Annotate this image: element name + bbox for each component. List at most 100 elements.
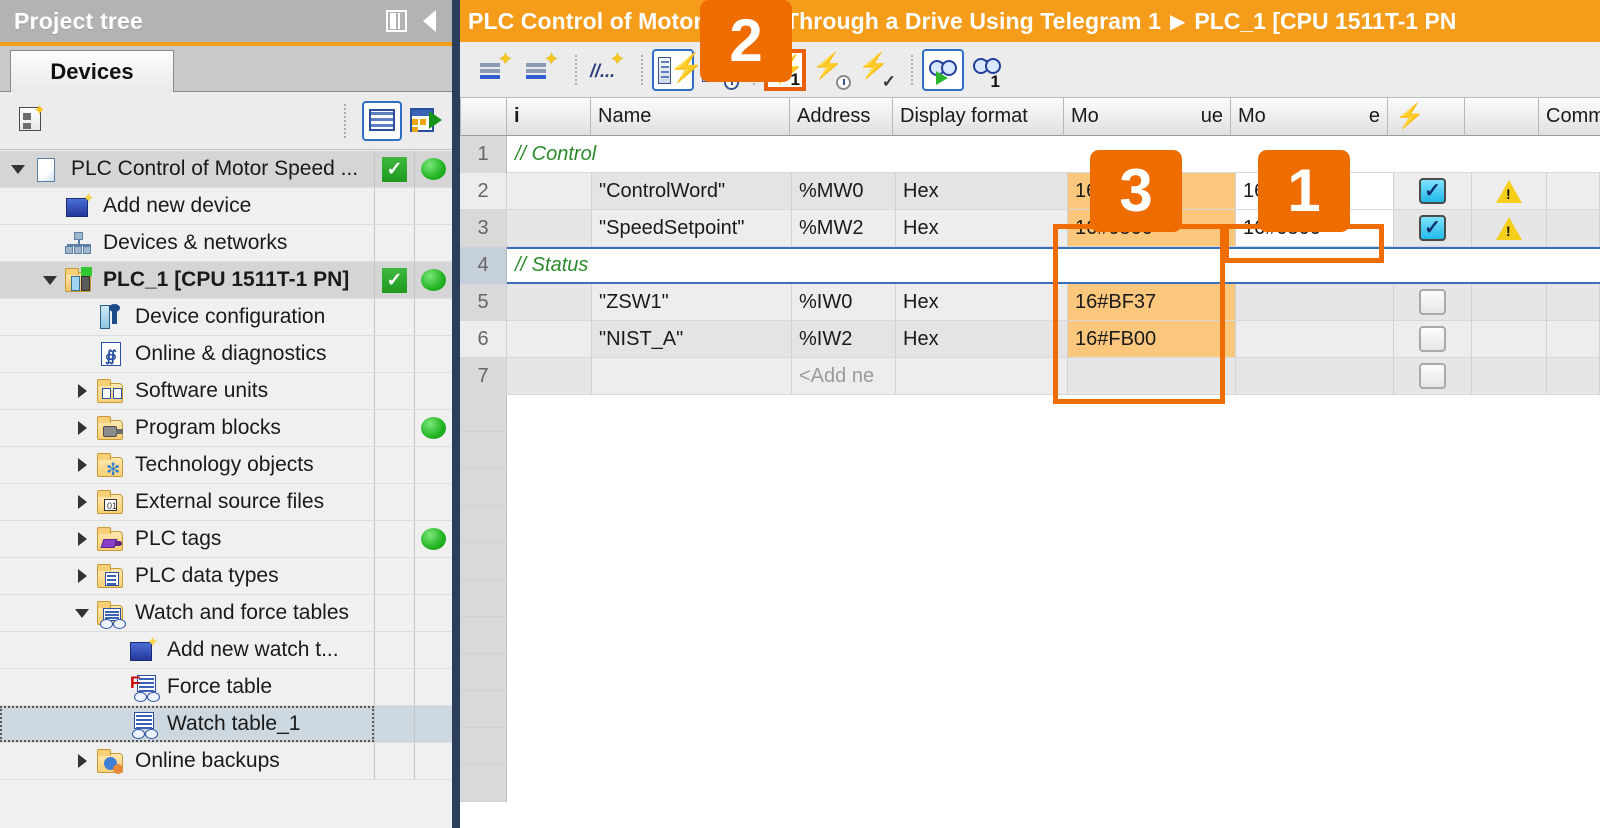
cell-address[interactable]: %MW2	[792, 210, 896, 247]
cell-display-format[interactable]: Hex	[896, 173, 1068, 210]
cell-warning[interactable]	[1472, 358, 1547, 395]
checkbox-checked-icon[interactable]: ✓	[1419, 215, 1446, 241]
header-modify-value[interactable]: Mo e	[1230, 98, 1388, 136]
tree-item-watch-table-1[interactable]: Watch table_1	[0, 706, 452, 743]
table-row[interactable]: 3"SpeedSetpoint"%MW2Hex16#050016#0500✓	[460, 210, 1600, 247]
expander-expand-icon[interactable]	[70, 384, 94, 398]
expander-expand-icon[interactable]	[70, 569, 94, 583]
cell-comment[interactable]	[1547, 284, 1600, 321]
header-display-format[interactable]: Display format	[892, 98, 1064, 136]
expander-collapse-icon[interactable]	[38, 275, 62, 285]
tree-item-main[interactable]: Software units	[0, 373, 374, 409]
export-table-icon[interactable]	[408, 104, 442, 138]
cell-modify-checkbox[interactable]	[1394, 284, 1472, 321]
tree-item-plc-tags[interactable]: PLC tags	[0, 521, 452, 558]
insert-comment-row-icon[interactable]: //... ✦	[586, 49, 628, 91]
expander-collapse-icon[interactable]	[6, 164, 30, 174]
tree-item-main[interactable]: PLC Control of Motor Speed ...	[0, 151, 374, 187]
breadcrumb-project[interactable]: PLC Control of Motor Speed Through a Dri…	[468, 8, 1161, 35]
table-row[interactable]: 5 "ZSW1" %IW0 Hex 16#BF37	[460, 284, 1600, 321]
tree-item-main[interactable]: Watch and force tables	[0, 595, 374, 631]
tree-item-device-configuration[interactable]: Device configuration	[0, 299, 452, 336]
device-overview-icon[interactable]: ✦	[14, 103, 48, 138]
checkbox-unchecked-icon[interactable]	[1419, 363, 1446, 389]
header-address[interactable]: Address	[789, 98, 893, 136]
tree-item-main[interactable]: ✦ Add new device	[0, 188, 374, 224]
monitor-glasses-once-icon[interactable]: 1	[968, 49, 1010, 91]
tree-item-online-backups[interactable]: Online backups	[0, 743, 452, 780]
tree-item-main[interactable]: PLC_1 [CPU 1511T-1 PN]	[0, 262, 374, 298]
header-bolt-icon[interactable]: ⚡	[1387, 98, 1465, 136]
cell-warning[interactable]	[1472, 284, 1547, 321]
expander-expand-icon[interactable]	[70, 754, 94, 768]
table-view-icon[interactable]	[362, 100, 402, 141]
tree-item-main[interactable]: ✦ Add new watch t...	[0, 632, 374, 668]
dock-panel-icon[interactable]	[386, 10, 407, 32]
tree-item-external-source-files[interactable]: 01 External source files	[0, 484, 452, 521]
cell-info[interactable]	[507, 284, 592, 321]
tree-item-main[interactable]: Online backups	[0, 743, 374, 779]
cell-address[interactable]: %IW2	[792, 321, 896, 358]
cell-display-format[interactable]: Hex	[896, 284, 1068, 321]
tree-item-main[interactable]: 01 External source files	[0, 484, 374, 520]
header-comment[interactable]: Comm	[1538, 98, 1600, 136]
tree-item-force-table[interactable]: F Force table	[0, 669, 452, 706]
cell-comment[interactable]	[1547, 210, 1600, 247]
project-tree-list[interactable]: PLC Control of Motor Speed ... ✓ ✦ Add new …	[0, 151, 452, 828]
table-row-comment[interactable]: 1// Control	[460, 136, 1600, 173]
expander-expand-icon[interactable]	[70, 495, 94, 509]
tree-item-add-new-device[interactable]: ✦ Add new device	[0, 188, 452, 225]
cell-warning[interactable]	[1472, 173, 1547, 210]
expander-expand-icon[interactable]	[70, 532, 94, 546]
cell-modify-value[interactable]	[1236, 358, 1394, 395]
table-row-comment[interactable]: 4// Status	[460, 247, 1600, 284]
insert-row-before-icon[interactable]: ✦	[474, 49, 516, 91]
cell-modify-checkbox[interactable]: ✓	[1394, 210, 1472, 247]
cell-modify-value[interactable]	[1236, 321, 1394, 358]
cell-warning[interactable]	[1472, 210, 1547, 247]
add-new-placeholder[interactable]: <Add ne	[792, 358, 896, 395]
tree-item-add-new-watch-t[interactable]: ✦ Add new watch t...	[0, 632, 452, 669]
cell-display-format[interactable]: Hex	[896, 321, 1068, 358]
cell-comment[interactable]	[1547, 321, 1600, 358]
enable-peripheral-outputs-icon[interactable]: ⚡ ✓	[856, 49, 898, 91]
tree-item-devices-networks[interactable]: Devices & networks	[0, 225, 452, 262]
cell-comment[interactable]	[1547, 358, 1600, 395]
tree-item-online-diagnostics[interactable]: ∯ Online & diagnostics	[0, 336, 452, 373]
insert-row-after-icon[interactable]: ✦	[520, 49, 562, 91]
watch-table[interactable]: i Name Address Display format Mo ue Mo e…	[460, 98, 1600, 828]
cell-info[interactable]	[507, 321, 592, 358]
cell-name[interactable]: "NIST_A"	[592, 321, 792, 358]
cell-name[interactable]: "ZSW1"	[592, 284, 792, 321]
table-row[interactable]: 2"ControlWord"%MW0Hex16#0C7F16#0C7F✓	[460, 173, 1600, 210]
tree-item-technology-objects[interactable]: ✻ Technology objects	[0, 447, 452, 484]
tree-item-program-blocks[interactable]: Program blocks	[0, 410, 452, 447]
tree-item-main[interactable]: ✻ Technology objects	[0, 447, 374, 483]
cell-address[interactable]: %IW0	[792, 284, 896, 321]
tree-item-main[interactable]: ∯ Online & diagnostics	[0, 336, 374, 372]
cell-info[interactable]	[507, 358, 592, 395]
checkbox-unchecked-icon[interactable]	[1419, 289, 1446, 315]
cell-info[interactable]	[507, 210, 592, 247]
cell-display-format[interactable]: Hex	[896, 210, 1068, 247]
expander-collapse-icon[interactable]	[70, 608, 94, 618]
cell-info[interactable]	[507, 173, 592, 210]
tab-devices[interactable]: Devices	[10, 50, 174, 93]
tree-item-main[interactable]: Program blocks	[0, 410, 374, 446]
tree-item-plc-1-cpu-1511t-1-pn[interactable]: PLC_1 [CPU 1511T-1 PN] ✓	[0, 262, 452, 299]
cell-comment[interactable]	[1547, 173, 1600, 210]
expander-expand-icon[interactable]	[70, 421, 94, 435]
table-body[interactable]: 1// Control2"ControlWord"%MW0Hex16#0C7F1…	[460, 136, 1600, 802]
tree-item-plc-control-of-motor-speed[interactable]: PLC Control of Motor Speed ... ✓	[0, 151, 452, 188]
tree-item-main[interactable]: PLC tags	[0, 521, 374, 557]
panel-splitter[interactable]	[452, 0, 460, 828]
cell-modify-checkbox[interactable]: ✓	[1394, 173, 1472, 210]
cell-modify-value[interactable]	[1236, 284, 1394, 321]
cell-modify-checkbox[interactable]	[1394, 321, 1472, 358]
checkbox-unchecked-icon[interactable]	[1419, 326, 1446, 352]
cell-modify-checkbox[interactable]	[1394, 358, 1472, 395]
tree-item-main[interactable]: F Force table	[0, 669, 374, 705]
header-monitor-value[interactable]: Mo ue	[1063, 98, 1231, 136]
modify-with-trigger-icon[interactable]: ⚡	[810, 49, 852, 91]
tree-item-watch-and-force-tables[interactable]: Watch and force tables	[0, 595, 452, 632]
